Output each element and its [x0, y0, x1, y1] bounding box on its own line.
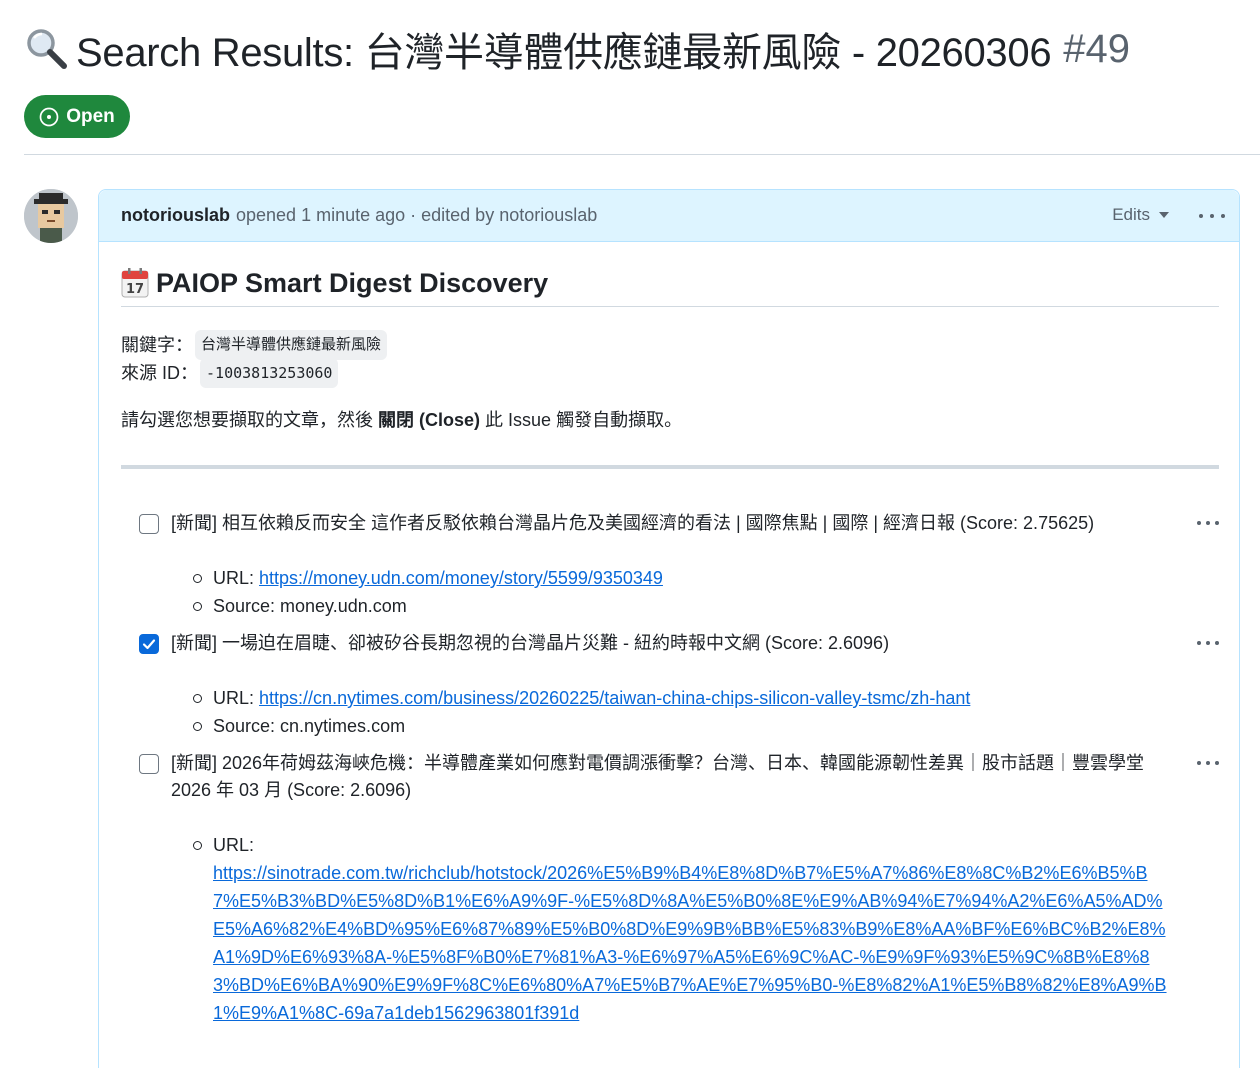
edits-label: Edits [1112, 205, 1150, 224]
task-details: URL: https://money.udn.com/money/story/5… [171, 564, 1219, 620]
digest-heading: 17 PAIOP Smart Digest Discovery [121, 265, 1219, 301]
source-id-label: 來源 ID： [121, 363, 199, 383]
checkmark-icon [142, 639, 156, 650]
task-url-row: URL: https://cn.nytimes.com/business/202… [171, 684, 1219, 712]
task-details: URL: https://cn.nytimes.com/business/202… [171, 684, 1219, 740]
avatar[interactable] [24, 189, 78, 243]
comment-options-button[interactable] [1199, 204, 1225, 228]
magnifier-icon [24, 26, 70, 72]
task-source-row: Source: money.udn.com [171, 592, 1219, 620]
task-checkbox[interactable] [139, 634, 159, 654]
issue-body-comment: notoriouslab opened 1 minute ago · edite… [98, 189, 1240, 1068]
task-title: [新聞] 一場迫在眉睫、卻被矽谷長期忽視的台灣晶片災難 - 紐約時報中文網 (S… [171, 633, 890, 653]
query-meta: 關鍵字： 台灣半導體供應鏈最新風險 來源 ID： -1003813253060 [121, 330, 388, 388]
task-url-row: URL: https://sinotrade.com.tw/richclub/h… [171, 831, 1219, 1027]
task-options-button[interactable] [1197, 521, 1219, 527]
task-source-row: Source: cn.nytimes.com [171, 712, 1219, 740]
issue-state-badge: Open [24, 95, 130, 138]
comment-body: 17 PAIOP Smart Digest Discovery 關鍵字： 台灣半… [121, 265, 1219, 1023]
task-options-button[interactable] [1197, 761, 1219, 767]
task-url-link[interactable]: https://sinotrade.com.tw/richclub/hotsto… [213, 859, 1173, 1027]
author-link[interactable]: notoriouslab [121, 205, 230, 226]
task-checkbox[interactable] [139, 514, 159, 534]
keyword-label: 關鍵字： [121, 335, 193, 355]
issue-state-label: Open [66, 105, 115, 127]
comment-meta: opened 1 minute ago · edited by notoriou… [236, 205, 598, 225]
task-url-row: URL: https://money.udn.com/money/story/5… [171, 564, 1219, 592]
issue-title: Search Results: 台灣半導體供應鏈最新風險 - 20260306 [76, 31, 1052, 75]
issue-title-row: Search Results: 台灣半導體供應鏈最新風險 - 20260306 … [24, 22, 1130, 76]
source-id-value: -1003813253060 [200, 358, 339, 388]
task-url-link[interactable]: https://money.udn.com/money/story/5599/9… [259, 568, 663, 588]
heading-divider [121, 306, 1219, 307]
task-list: [新聞] 相互依賴反而安全 這作者反駁依賴台灣晶片危及美國經濟的看法 | 國際焦… [121, 510, 1219, 1027]
task-details: URL: https://sinotrade.com.tw/richclub/h… [171, 831, 1219, 1027]
edits-dropdown[interactable]: Edits [1112, 205, 1169, 225]
task-item: [新聞] 相互依賴反而安全 這作者反駁依賴台灣晶片危及美國經濟的看法 | 國際焦… [121, 510, 1219, 620]
digest-heading-text: PAIOP Smart Digest Discovery [156, 267, 549, 298]
instruction-text: 請勾選您想要擷取的文章，然後 關閉 (Close) 此 Issue 觸發自動擷取… [121, 410, 683, 430]
header-divider [24, 154, 1260, 155]
task-options-button[interactable] [1197, 641, 1219, 647]
task-title: [新聞] 相互依賴反而安全 這作者反駁依賴台灣晶片危及美國經濟的看法 | 國際焦… [171, 513, 1095, 533]
task-item: [新聞] 一場迫在眉睫、卻被矽谷長期忽視的台灣晶片災難 - 紐約時報中文網 (S… [121, 630, 1219, 740]
section-divider [121, 465, 1219, 469]
issue-opened-icon [39, 107, 59, 126]
task-item: [新聞] 2026年荷姆茲海峽危機：半導體產業如何應對電價調漲衝擊？台灣、日本、… [121, 750, 1219, 1027]
issue-number: #49 [1063, 26, 1131, 71]
comment-header: notoriouslab opened 1 minute ago · edite… [99, 190, 1239, 242]
task-title: [新聞] 2026年荷姆茲海峽危機：半導體產業如何應對電價調漲衝擊？台灣、日本、… [171, 753, 1145, 800]
task-url-link[interactable]: https://cn.nytimes.com/business/20260225… [259, 688, 970, 708]
instruction-bold: 關閉 (Close) [378, 410, 481, 430]
task-checkbox[interactable] [139, 754, 159, 774]
svg-text:17: 17 [126, 282, 144, 297]
chevron-down-icon [1159, 212, 1169, 218]
calendar-icon: 17 [121, 268, 149, 298]
keyword-value: 台灣半導體供應鏈最新風險 [195, 330, 388, 360]
